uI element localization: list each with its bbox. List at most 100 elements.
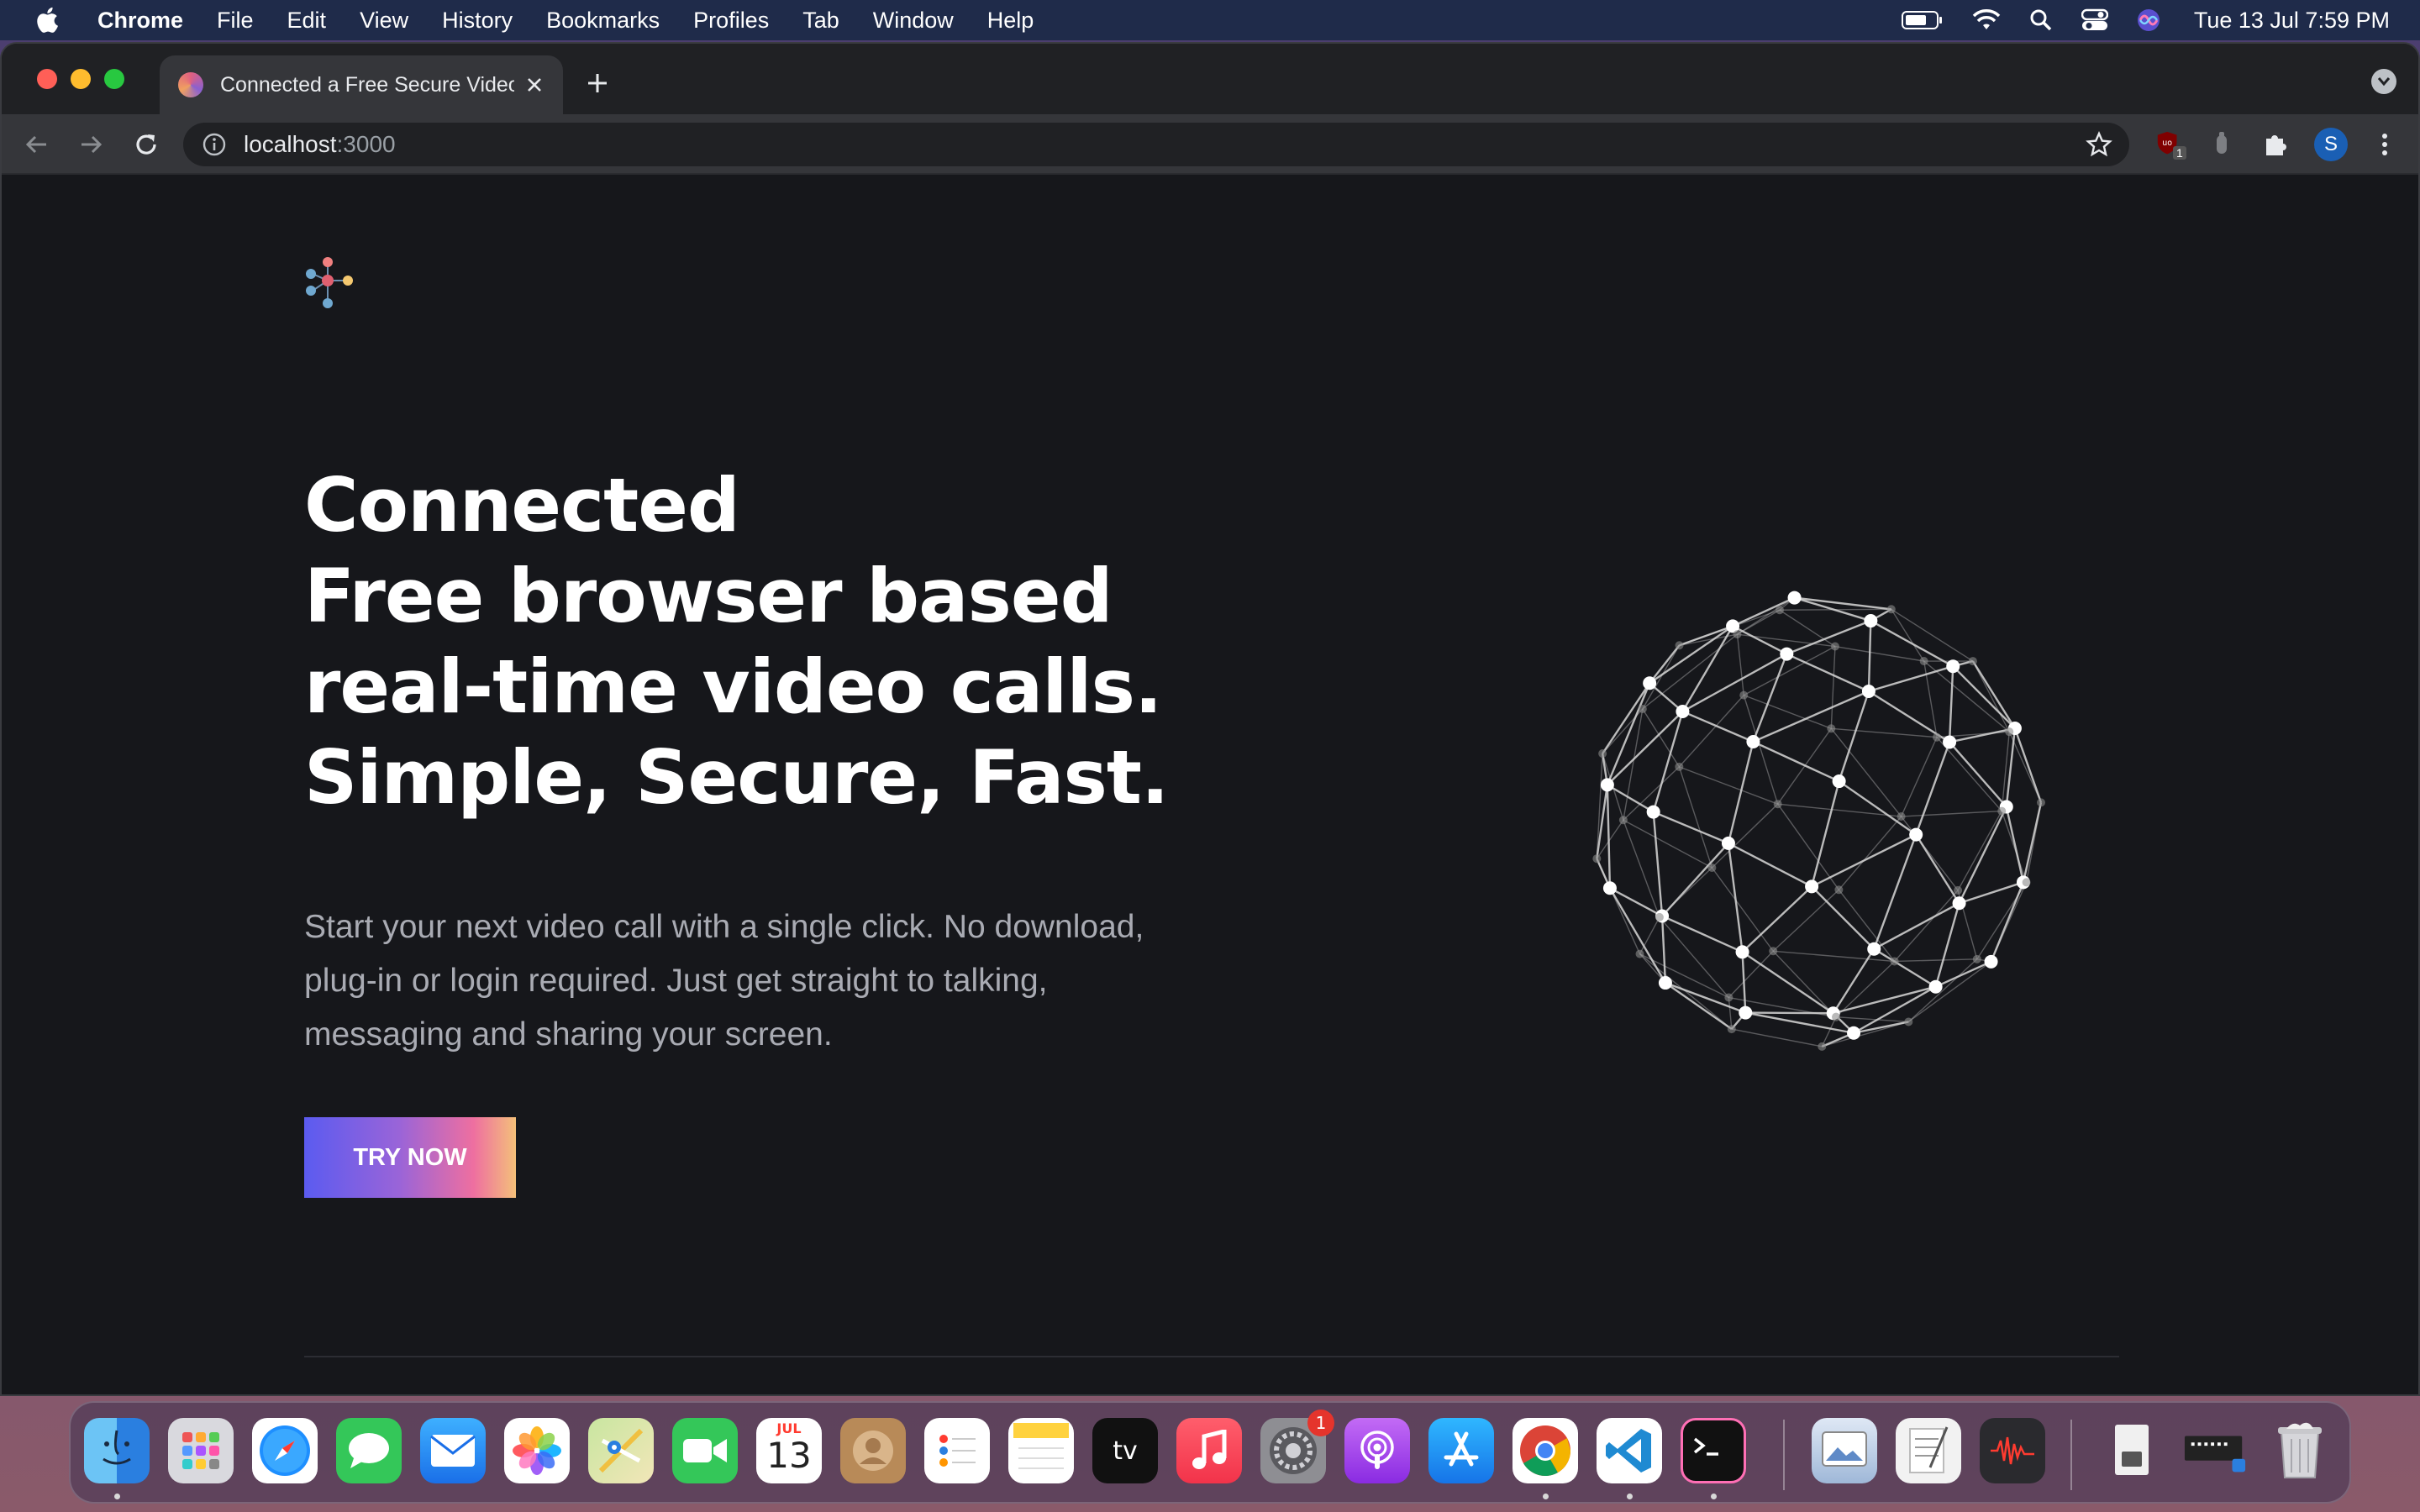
calendar-icon[interactable]: JUL 13 [756, 1418, 822, 1483]
bookmark-star-icon[interactable] [2086, 131, 2112, 158]
new-tab-button[interactable] [581, 67, 613, 99]
sphere-edge [1679, 766, 1778, 805]
menu-tab[interactable]: Tab [802, 8, 839, 34]
tab-close-icon[interactable] [523, 73, 546, 97]
sphere-edge [1934, 902, 1960, 988]
menu-file[interactable]: File [217, 8, 254, 34]
siri-icon[interactable] [2137, 8, 2160, 32]
launchpad-icon[interactable] [168, 1418, 234, 1483]
tab-active[interactable]: Connected a Free Secure Video [160, 55, 563, 114]
sphere-edge [1971, 660, 2016, 729]
profile-avatar[interactable]: S [2314, 128, 2348, 161]
reload-icon[interactable] [131, 129, 161, 160]
apple-tv-label: tv [1113, 1436, 1138, 1466]
sphere-edge [1894, 958, 1977, 963]
menu-app-chrome[interactable]: Chrome [97, 8, 183, 34]
window-minimize-button[interactable] [71, 69, 91, 89]
dock-running-indicator [1627, 1494, 1633, 1499]
finder-icon[interactable] [84, 1418, 150, 1483]
messages-icon[interactable] [336, 1418, 402, 1483]
sphere-edge [1711, 867, 1774, 952]
sphere-edge [1834, 645, 1924, 662]
screenshot-stack-icon[interactable] [2183, 1418, 2249, 1483]
sphere-node [1707, 863, 1717, 872]
wifi-icon[interactable] [1972, 8, 2001, 32]
sphere-node [1727, 1025, 1736, 1034]
sphere-node [1733, 630, 1742, 639]
sphere-edge [1957, 811, 2002, 891]
connected-logo-icon[interactable] [302, 255, 358, 311]
menu-edit[interactable]: Edit [287, 8, 327, 34]
sphere-edge [1958, 806, 2007, 904]
sphere-edge [1915, 742, 1951, 836]
mail-icon[interactable] [420, 1418, 486, 1483]
battery-icon[interactable] [1901, 9, 1944, 31]
menu-window[interactable]: Window [873, 8, 954, 34]
try-now-button[interactable]: TRY NOW [304, 1117, 516, 1198]
hero-line-2: Free browser based [304, 553, 1113, 639]
ublock-extension-icon[interactable]: uo 1 [2154, 129, 2186, 160]
menu-clock[interactable]: Tue 13 Jul 7:59 PM [2194, 8, 2390, 34]
textedit-icon[interactable] [1896, 1418, 1961, 1483]
sphere-node [1787, 591, 1802, 605]
menu-help[interactable]: Help [987, 8, 1034, 34]
sphere-edge [1972, 660, 2010, 732]
sphere-node [1864, 614, 1878, 628]
sphere-edge [1711, 803, 1779, 869]
site-info-icon[interactable] [202, 132, 227, 157]
reminders-icon[interactable] [924, 1418, 990, 1483]
menu-profiles[interactable]: Profiles [693, 8, 769, 34]
system-preferences-icon[interactable]: 1 [1260, 1410, 1334, 1483]
photos-icon[interactable] [504, 1418, 570, 1483]
maps-icon[interactable] [588, 1418, 654, 1483]
sphere-edge [1948, 666, 1954, 743]
sphere-node [1735, 945, 1749, 959]
sphere-node [1602, 881, 1617, 895]
contacts-icon[interactable] [840, 1418, 906, 1483]
sphere-edge [1935, 960, 1992, 988]
sphere-edge [1732, 625, 1787, 655]
safari-icon[interactable] [252, 1418, 318, 1483]
control-center-icon[interactable] [2081, 8, 2108, 32]
sphere-node [1676, 705, 1690, 719]
sphere-edge [1772, 889, 1839, 952]
extensions-puzzle-icon[interactable] [2260, 129, 2291, 160]
sphere-edge [1653, 811, 1729, 844]
apple-icon[interactable] [34, 5, 64, 35]
document-stack-icon[interactable] [2099, 1418, 2165, 1483]
browser-menu-icon[interactable] [2370, 129, 2400, 160]
sphere-node [1598, 749, 1607, 759]
apple-tv-icon[interactable]: tv [1092, 1418, 1158, 1483]
sphere-node [1890, 957, 1899, 966]
chrome-icon[interactable] [1512, 1418, 1578, 1483]
sphere-node [1984, 954, 1998, 969]
vscode-icon[interactable] [1597, 1418, 1662, 1483]
window-zoom-button[interactable] [104, 69, 124, 89]
notes-icon[interactable] [1008, 1418, 1074, 1483]
spotlight-search-icon[interactable] [2029, 8, 2053, 32]
forward-arrow-icon[interactable] [76, 129, 106, 160]
sphere-edge [1901, 810, 2002, 817]
address-bar[interactable]: localhost:3000 [183, 123, 2129, 166]
terminal-icon[interactable] [1681, 1418, 1746, 1483]
music-icon[interactable] [1176, 1418, 1242, 1483]
extension-icon[interactable] [2207, 129, 2237, 160]
voice-memos-icon[interactable] [1980, 1418, 2045, 1483]
menu-history[interactable]: History [442, 8, 513, 34]
tab-search-icon[interactable] [2371, 69, 2396, 94]
preview-icon[interactable] [1812, 1418, 1877, 1483]
menu-view[interactable]: View [360, 8, 408, 34]
facetime-icon[interactable] [672, 1418, 738, 1483]
sphere-edge [1678, 695, 1744, 768]
sphere-edge [1838, 690, 1870, 782]
window-close-button[interactable] [37, 69, 57, 89]
hero-title: Connected Free browser based real-time v… [304, 460, 1313, 823]
sphere-node [1739, 1005, 1753, 1020]
sphere-edge [1873, 902, 1960, 950]
sphere-node [1919, 657, 1928, 666]
back-arrow-icon[interactable] [22, 129, 52, 160]
app-store-icon[interactable] [1428, 1418, 1494, 1483]
menu-bookmarks[interactable]: Bookmarks [546, 8, 660, 34]
trash-icon[interactable] [2267, 1418, 2333, 1483]
podcasts-icon[interactable] [1344, 1418, 1410, 1483]
